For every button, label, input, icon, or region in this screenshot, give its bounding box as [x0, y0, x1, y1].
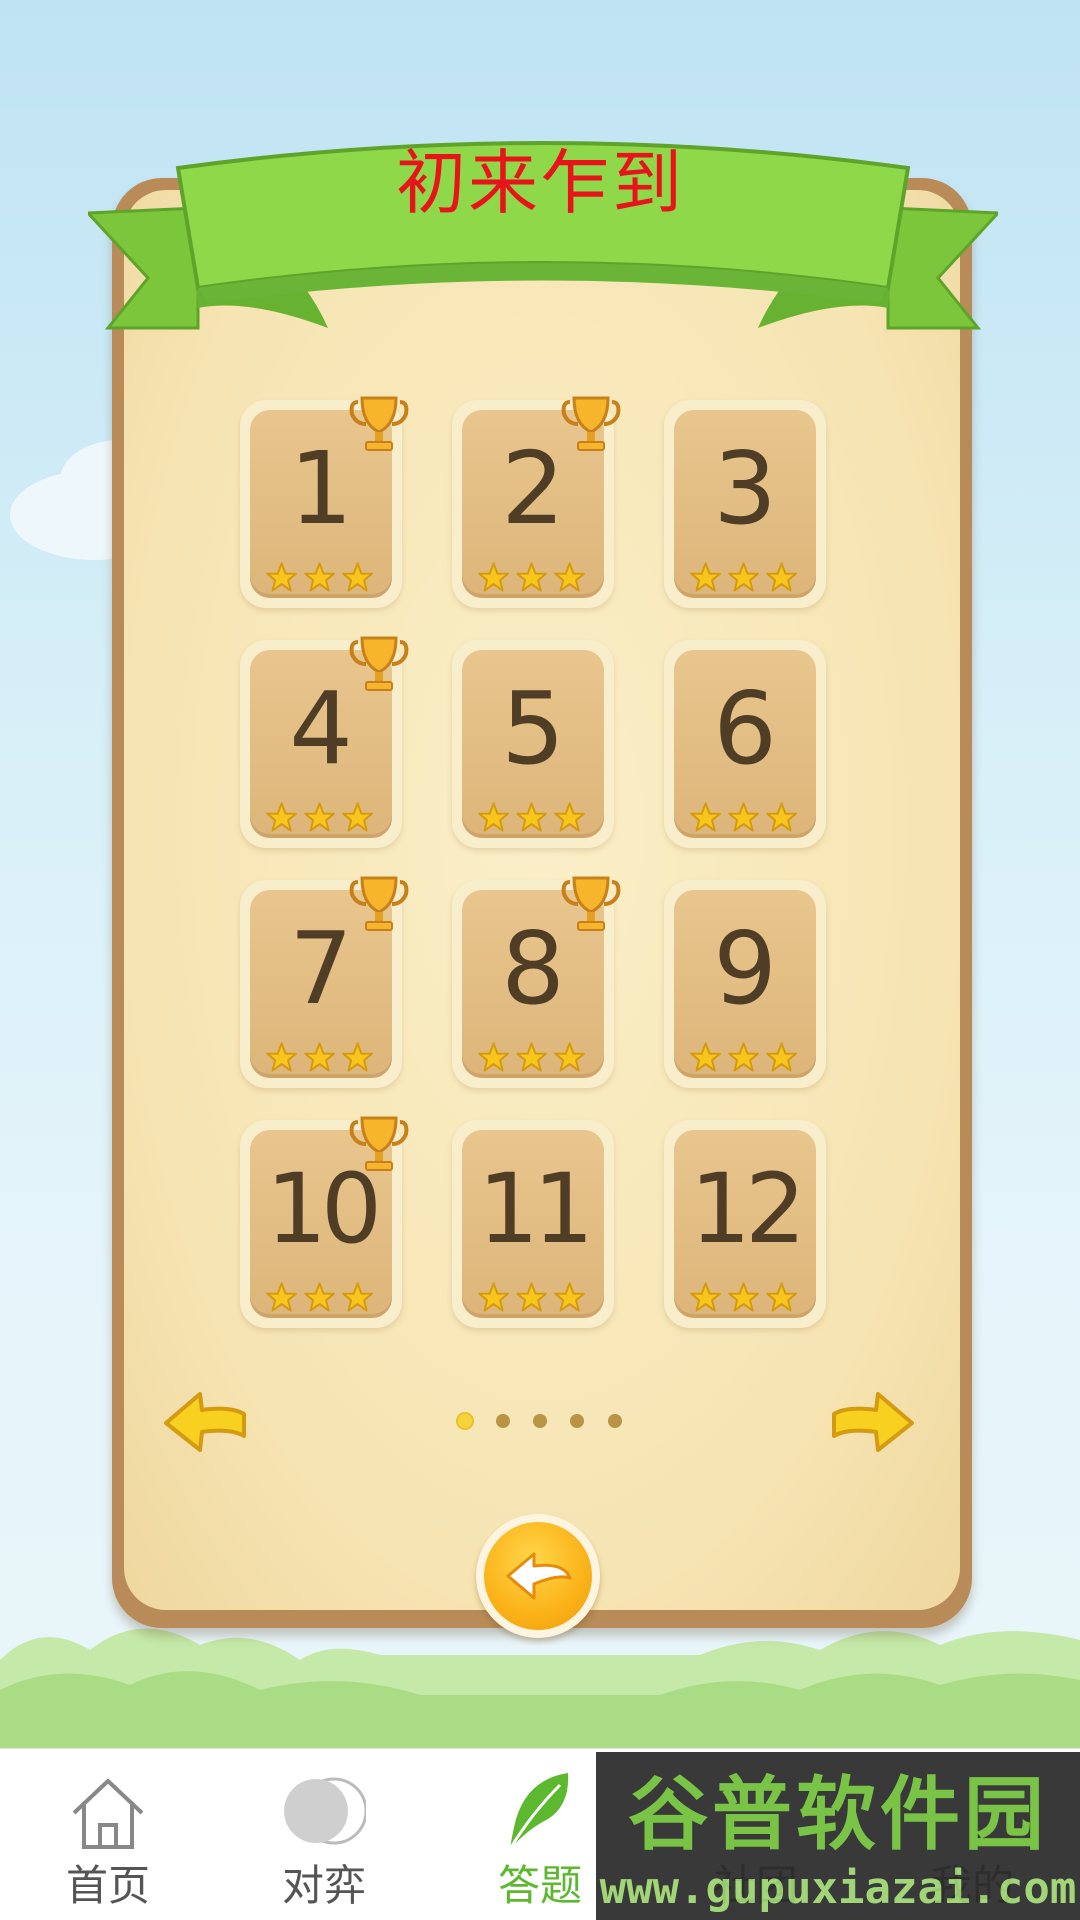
star-rating — [690, 562, 797, 592]
star-icon — [690, 562, 721, 592]
star-icon — [342, 802, 373, 832]
level-tile[interactable]: 9 — [664, 880, 826, 1088]
level-number: 3 — [713, 430, 777, 547]
star-icon — [516, 1042, 547, 1072]
star-icon — [690, 802, 721, 832]
tab-label: 对弈 — [281, 1861, 366, 1910]
level-number: 6 — [713, 670, 777, 787]
star-icon — [266, 1042, 297, 1072]
star-icon — [728, 1042, 759, 1072]
star-icon — [478, 1042, 509, 1072]
star-icon — [728, 802, 759, 832]
star-icon — [554, 562, 585, 592]
star-icon — [554, 1282, 585, 1312]
page-dot — [458, 1414, 472, 1428]
level-number: 11 — [477, 1153, 594, 1265]
trophy-icon — [349, 636, 409, 691]
star-icon — [766, 562, 797, 592]
star-icon — [728, 1282, 759, 1312]
watermark-logo: 谷普软件园 www.gupuxiazai.com — [596, 1752, 1080, 1920]
star-icon — [342, 1042, 373, 1072]
feather-icon — [508, 1773, 569, 1850]
level-tile[interactable]: 3 — [664, 400, 826, 608]
star-rating — [266, 1042, 373, 1072]
trophy-icon — [561, 876, 621, 931]
trophy-icon — [561, 396, 621, 451]
star-icon — [266, 802, 297, 832]
star-rating — [478, 1042, 585, 1072]
star-rating — [266, 562, 373, 592]
star-rating — [478, 802, 585, 832]
back-button-face — [484, 1522, 592, 1630]
star-icon — [478, 1282, 509, 1312]
level-tile[interactable]: 4 — [240, 636, 409, 848]
star-icon — [766, 1042, 797, 1072]
tab-duel[interactable]: 对弈 — [216, 1749, 432, 1920]
trophy-icon — [349, 396, 409, 451]
star-rating — [266, 1282, 373, 1312]
star-icon — [478, 802, 509, 832]
level-tile[interactable]: 1 — [240, 396, 409, 608]
star-rating — [478, 1282, 585, 1312]
star-icon — [266, 1282, 297, 1312]
level-number: 12 — [689, 1153, 806, 1265]
house-icon — [72, 1779, 144, 1849]
next-page-arrow-icon[interactable] — [828, 1388, 918, 1458]
star-rating — [690, 1042, 797, 1072]
star-icon — [304, 562, 335, 592]
star-icon — [304, 1282, 335, 1312]
back-button[interactable] — [476, 1514, 600, 1638]
star-icon — [728, 562, 759, 592]
star-rating — [690, 802, 797, 832]
star-rating — [266, 802, 373, 832]
page-dot — [608, 1414, 622, 1428]
star-icon — [516, 1282, 547, 1312]
trophy-icon — [349, 876, 409, 931]
level-number: 9 — [713, 910, 777, 1027]
page-dot — [570, 1414, 584, 1428]
star-icon — [766, 1282, 797, 1312]
trophy-icon — [349, 1116, 409, 1171]
level-number: 5 — [501, 670, 565, 787]
star-icon — [266, 562, 297, 592]
star-icon — [516, 802, 547, 832]
star-icon — [554, 802, 585, 832]
watermark-name: 谷普软件园 — [628, 1768, 1048, 1861]
toggle-circles-icon — [284, 1777, 366, 1845]
level-tile[interactable]: 7 — [240, 876, 409, 1088]
page-indicator — [448, 1410, 628, 1434]
tab-label: 首页 — [65, 1861, 150, 1910]
watermark-url: www.gupuxiazai.com — [599, 1863, 1077, 1914]
level-tile[interactable]: 2 — [452, 396, 621, 608]
star-icon — [766, 802, 797, 832]
star-rating — [478, 562, 585, 592]
level-tile[interactable]: 6 — [664, 640, 826, 848]
star-icon — [304, 802, 335, 832]
star-icon — [690, 1042, 721, 1072]
level-tile[interactable]: 11 — [452, 1120, 614, 1328]
level-tile[interactable]: 10 — [240, 1116, 409, 1328]
star-icon — [516, 562, 547, 592]
star-rating — [690, 1282, 797, 1312]
page-dot — [533, 1414, 547, 1428]
previous-page-arrow-icon[interactable] — [160, 1388, 250, 1458]
star-icon — [690, 1282, 721, 1312]
star-icon — [554, 1042, 585, 1072]
level-tile[interactable]: 12 — [664, 1120, 826, 1328]
star-icon — [342, 562, 373, 592]
back-arrow-icon — [506, 1552, 572, 1600]
page-dot — [496, 1414, 510, 1428]
level-tile[interactable]: 5 — [452, 640, 614, 848]
star-icon — [304, 1042, 335, 1072]
game-screen: 初来乍到 1 2 3 4 5 6 7 8 9 10 11 12 首页 对弈 答题… — [0, 0, 1080, 1920]
star-icon — [478, 562, 509, 592]
level-tile[interactable]: 8 — [452, 876, 621, 1088]
tab-home[interactable]: 首页 — [0, 1749, 216, 1920]
page-title: 初来乍到 — [396, 142, 684, 224]
star-icon — [342, 1282, 373, 1312]
